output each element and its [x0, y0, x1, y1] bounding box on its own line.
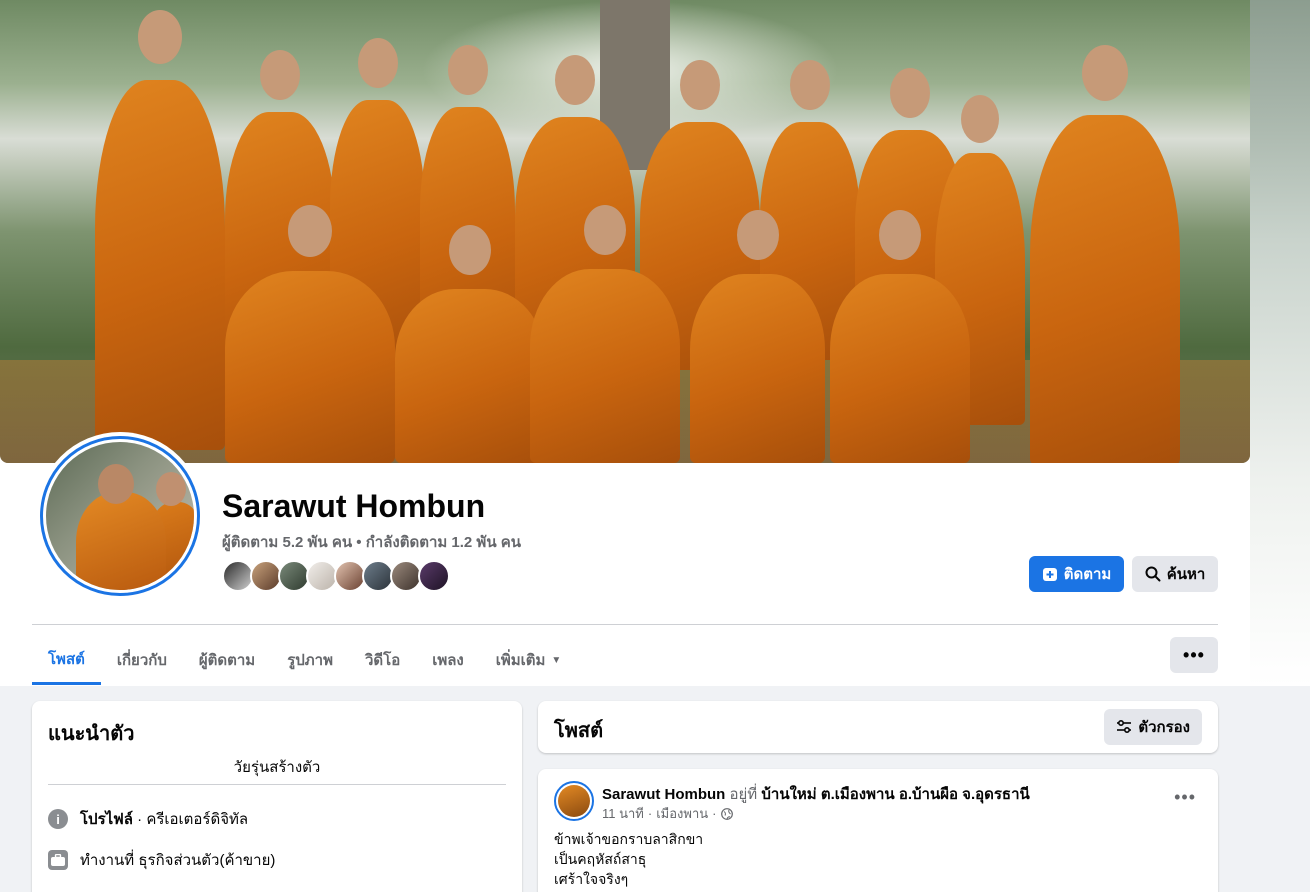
intro-profile-value: · ครีเอเตอร์ดิจิทัล	[133, 811, 249, 828]
intro-title: แนะนำตัว	[48, 723, 135, 745]
cover-monk	[830, 210, 970, 463]
sliders-icon	[1117, 720, 1132, 734]
follow-button[interactable]: ติดตาม	[1029, 556, 1124, 592]
info-icon: i	[48, 809, 68, 829]
post-options-button[interactable]: •••	[1174, 787, 1196, 808]
tab-music[interactable]: เพลง	[416, 636, 480, 684]
post-author-name[interactable]: Sarawut Hombun	[602, 786, 725, 803]
follow-label: ติดตาม	[1063, 566, 1112, 583]
profile-picture	[46, 442, 194, 590]
post-at-word: อยู่ที่	[725, 786, 762, 803]
post-line: ข้าพเจ้าขอกราบลาสิกขา	[554, 831, 704, 847]
intro-profile-label: โปรไฟล์	[80, 811, 133, 828]
caret-down-icon: ▼	[551, 654, 562, 666]
followers-count[interactable]: ผู้ติดตาม 5.2 พัน คน • กำลังติดตาม 1.2 พ…	[222, 530, 521, 554]
tab-followers[interactable]: ผู้ติดตาม	[183, 636, 271, 684]
intro-work-text: ทำงานที่ ธุรกิจส่วนตัว(ค้าขาย)	[80, 852, 276, 869]
cover-photo[interactable]	[0, 0, 1250, 463]
tab-videos[interactable]: วิดีโอ	[349, 636, 416, 684]
side-image-strip	[1250, 0, 1310, 686]
posts-header-card: โพสต์ ตัวกรอง	[538, 701, 1218, 753]
cover-monk	[690, 210, 825, 463]
header-divider	[32, 624, 1218, 625]
tab-more-label: เพิ่มเติม	[495, 652, 546, 669]
post-location[interactable]: บ้านใหม่ ต.เมืองพาน อ.บ้านผือ จ.อุดรธานี	[761, 786, 1029, 803]
tab-photos[interactable]: รูปภาพ	[271, 636, 349, 684]
follower-avatar[interactable]	[418, 560, 450, 592]
post-text: ข้าพเจ้าขอกราบลาสิกขา เป็นคฤหัสถ์สาธุ เศ…	[554, 829, 703, 889]
briefcase-icon	[48, 850, 68, 870]
filter-button[interactable]: ตัวกรอง	[1104, 709, 1202, 745]
cover-monk	[395, 225, 545, 463]
search-icon	[1145, 566, 1161, 582]
filter-label: ตัวกรอง	[1138, 719, 1190, 736]
post-line: เป็นคฤหัสถ์สาธุ	[554, 851, 647, 867]
globe-icon	[720, 807, 733, 820]
profile-avatar[interactable]	[36, 432, 204, 600]
tab-more[interactable]: เพิ่มเติม ▼	[480, 636, 578, 684]
search-label: ค้นหา	[1166, 566, 1206, 583]
tab-posts[interactable]: โพสต์	[32, 636, 101, 685]
profile-tabs: โพสต์ เกี่ยวกับ ผู้ติดตาม รูปภาพ วิดีโอ …	[32, 636, 577, 686]
post-card: Sarawut Hombun อยู่ที่ บ้านใหม่ ต.เมืองพ…	[538, 769, 1218, 892]
intro-card: แนะนำตัว วัยรุ่นสร้างตัว i โปรไฟล์ · ครี…	[32, 701, 522, 892]
cover-monk	[95, 10, 225, 450]
tab-about[interactable]: เกี่ยวกับ	[101, 636, 183, 684]
story-ring	[40, 436, 200, 596]
follow-icon	[1042, 568, 1057, 581]
intro-profile-row: i โปรไฟล์ · ครีเอเตอร์ดิจิทัล	[48, 807, 248, 831]
posts-title: โพสต์	[554, 720, 604, 742]
profile-name: Sarawut Hombun	[222, 488, 486, 524]
cover-monk	[530, 205, 680, 463]
post-line: เศร้าใจจริงๆ	[554, 871, 629, 887]
post-author-avatar[interactable]	[554, 781, 594, 821]
intro-bio: วัยรุ่นสร้างตัว	[233, 759, 321, 776]
intro-work-row: ทำงานที่ ธุรกิจส่วนตัว(ค้าขาย)	[48, 848, 275, 872]
cover-monk	[225, 205, 395, 463]
more-options-button[interactable]: •••	[1170, 637, 1218, 673]
post-meta: 11 นาที · เมืองพาน ·	[602, 803, 733, 824]
search-button[interactable]: ค้นหา	[1132, 556, 1218, 592]
intro-divider	[48, 784, 506, 785]
cover-monk	[1030, 45, 1180, 463]
post-place[interactable]: เมืองพาน	[656, 803, 708, 824]
follower-avatars	[222, 560, 450, 592]
post-time[interactable]: 11 นาที	[602, 803, 644, 824]
